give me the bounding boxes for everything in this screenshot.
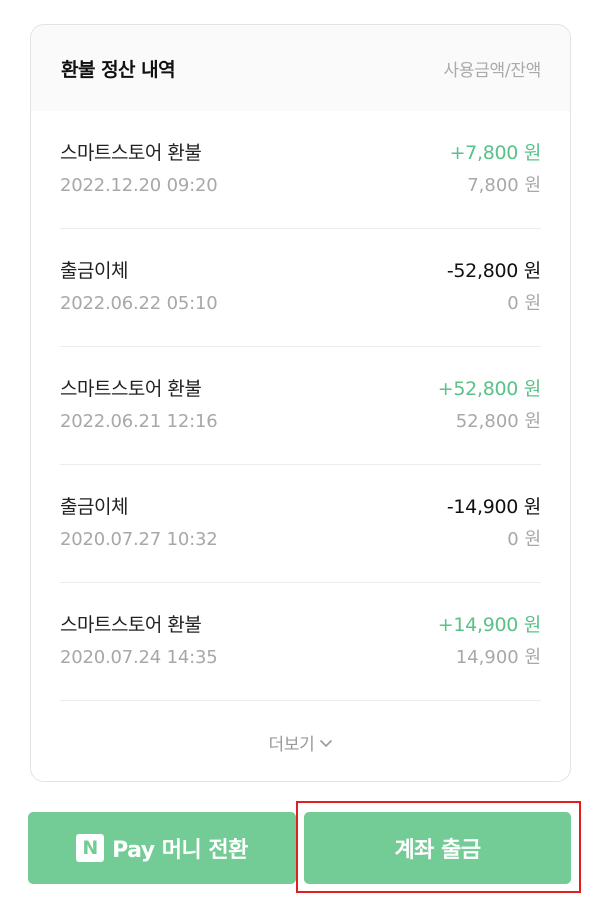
transaction-name: 스마트스토어 환불 <box>60 142 202 164</box>
transaction-row: 스마트스토어 환불 2022.06.21 12:16 +52,800 원 52,… <box>60 347 541 465</box>
transaction-name: 스마트스토어 환불 <box>60 378 202 400</box>
card-header: 환불 정산 내역 사용금액/잔액 <box>31 25 570 111</box>
transaction-date: 2022.06.22 05:10 <box>60 293 218 314</box>
transaction-balance: 14,900 원 <box>455 647 541 668</box>
transaction-name: 출금이체 <box>60 260 128 282</box>
refund-history-card: 환불 정산 내역 사용금액/잔액 스마트스토어 환불 2022.12.20 09… <box>30 24 571 782</box>
card-title: 환불 정산 내역 <box>61 58 176 81</box>
pay-money-convert-label: Pay 머니 전환 <box>112 838 248 863</box>
transaction-row: 출금이체 2020.07.27 10:32 -14,900 원 0 원 <box>60 465 541 583</box>
transaction-row: 스마트스토어 환불 2022.12.20 09:20 +7,800 원 7,80… <box>60 111 541 229</box>
transaction-amount: -52,800 원 <box>446 260 541 282</box>
more-button[interactable]: 더보기 <box>31 701 570 781</box>
transaction-amount: +7,800 원 <box>449 142 542 164</box>
transaction-date: 2022.12.20 09:20 <box>60 175 218 196</box>
account-withdraw-label: 계좌 출금 <box>394 838 481 863</box>
transaction-name: 스마트스토어 환불 <box>60 614 202 636</box>
transaction-name: 출금이체 <box>60 496 128 518</box>
chevron-down-icon <box>319 739 332 748</box>
naver-pay-n-icon: N <box>76 834 105 862</box>
pay-money-convert-button[interactable]: N Pay 머니 전환 <box>28 812 296 884</box>
transaction-row: 출금이체 2022.06.22 05:10 -52,800 원 0 원 <box>60 229 541 347</box>
card-subtitle: 사용금액/잔액 <box>443 60 542 81</box>
transaction-amount: -14,900 원 <box>446 496 541 518</box>
transaction-amount: +52,800 원 <box>437 378 542 400</box>
transaction-balance: 52,800 원 <box>455 411 541 432</box>
transaction-list: 스마트스토어 환불 2022.12.20 09:20 +7,800 원 7,80… <box>31 111 570 701</box>
action-buttons: N Pay 머니 전환 계좌 출금 <box>28 810 572 884</box>
transaction-balance: 7,800 원 <box>467 175 541 196</box>
more-label: 더보기 <box>268 734 315 755</box>
transaction-date: 2020.07.27 10:32 <box>60 529 218 550</box>
transaction-date: 2020.07.24 14:35 <box>60 647 218 668</box>
transaction-balance: 0 원 <box>507 529 541 550</box>
transaction-amount: +14,900 원 <box>437 614 542 636</box>
transaction-row: 스마트스토어 환불 2020.07.24 14:35 +14,900 원 14,… <box>60 583 541 701</box>
transaction-balance: 0 원 <box>507 293 541 314</box>
account-withdraw-button[interactable]: 계좌 출금 <box>304 812 571 884</box>
transaction-date: 2022.06.21 12:16 <box>60 411 218 432</box>
